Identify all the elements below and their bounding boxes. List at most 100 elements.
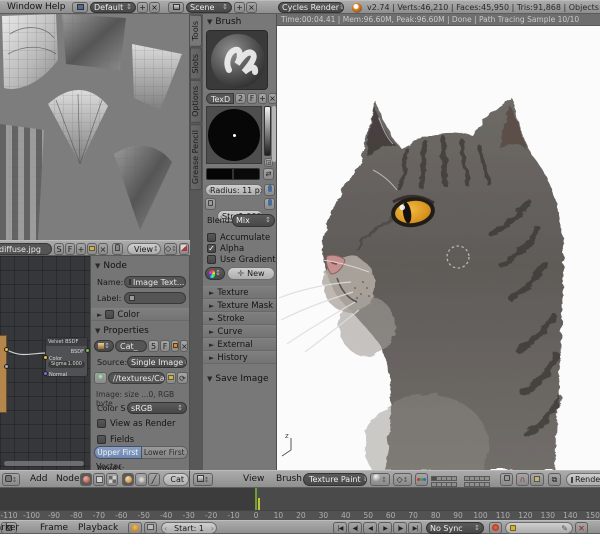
remove-keyframe-icon[interactable]: ✕ — [575, 522, 588, 534]
display-mode-selector[interactable]: View ↕ — [127, 243, 161, 255]
time-clock-icon[interactable] — [128, 522, 142, 534]
new-image-button[interactable]: + — [76, 243, 86, 255]
screen-layout-icon[interactable] — [72, 2, 88, 13]
primary-color-swatch[interactable] — [206, 168, 233, 180]
menu-add[interactable]: Add — [30, 473, 47, 486]
object-shader-icon[interactable] — [122, 473, 134, 486]
viewport-3d[interactable]: Time:00:04.41 | Mem:96.60M, Peak:96.60M … — [277, 14, 600, 470]
upper-first-button[interactable]: Upper First — [94, 446, 142, 459]
image-pin-toggle[interactable]: S — [54, 243, 64, 255]
view-as-render-checkbox[interactable]: View as Render — [97, 418, 175, 429]
checkbox-use-gradient[interactable]: Use Gradient — [207, 254, 276, 265]
compositing-nodes-icon[interactable] — [93, 473, 105, 486]
frame-start-field[interactable]: Start: 1 — [161, 522, 217, 534]
panel-header-texture[interactable]: Texture — [203, 286, 276, 299]
normal-input-socket[interactable] — [43, 371, 48, 376]
snap-target-icon[interactable] — [530, 473, 544, 486]
toolshelf-tab-slots[interactable]: Slots — [190, 47, 202, 80]
swap-colors-icon[interactable]: ⇄ — [263, 168, 274, 180]
checkbox-alpha[interactable]: Alpha — [207, 243, 276, 254]
velvet-bsdf-node[interactable]: Velvet BSDF BSDF Color Sigma 1.000 Normal — [43, 337, 90, 378]
panel-header-save-image[interactable]: Save Image — [207, 374, 268, 384]
radius-pressure-icon[interactable] — [264, 184, 275, 196]
panel-header-curve[interactable]: Curve — [203, 325, 276, 338]
texture-nodes-icon[interactable] — [106, 473, 118, 486]
toolshelf-scrollbar[interactable] — [272, 106, 276, 162]
filepath-field[interactable]: //textures/Ca... — [108, 372, 165, 384]
lower-first-button[interactable]: Lower First — [141, 446, 188, 459]
render-engine-selector[interactable]: Cycles Render↕ — [278, 2, 344, 13]
colorspace-dropdown[interactable]: sRGB ↕ — [127, 402, 187, 414]
menu-brush[interactable]: Brush — [276, 473, 302, 486]
layer-cell[interactable] — [484, 482, 490, 487]
fields-checkbox[interactable]: Fields — [97, 434, 134, 445]
menu-help[interactable]: Help — [45, 1, 66, 14]
image-name-field[interactable]: diffuse.jpg — [0, 243, 52, 255]
strength-pressure-icon[interactable] — [264, 198, 275, 210]
pivot-selector-icon[interactable]: ◇↕ — [164, 243, 177, 255]
render-layer-selector[interactable]: RenderLayer — [566, 473, 600, 486]
next-keyframe-button[interactable]: |▶ — [393, 522, 407, 534]
layout-selector[interactable]: Default ↕ — [90, 2, 136, 13]
jump-start-button[interactable]: |◀ — [333, 522, 347, 534]
image-browse-icon[interactable]: ↕ — [94, 340, 114, 352]
panel-header-external[interactable]: External — [203, 338, 276, 351]
strength-lock-icon[interactable] — [205, 198, 216, 210]
menu-node[interactable]: Node — [56, 473, 80, 486]
preview-range-icon[interactable] — [144, 522, 157, 534]
secondary-color-swatch[interactable] — [233, 168, 260, 180]
paint-mode-icon[interactable] — [179, 243, 189, 255]
checkbox-icon[interactable] — [207, 233, 216, 242]
menu-view[interactable]: View — [243, 473, 264, 486]
scene-lock-icon[interactable] — [500, 473, 513, 486]
line-style-shader-icon[interactable]: ╱ — [148, 473, 160, 486]
editor-type-selector[interactable]: ↕ — [193, 473, 213, 486]
horizontal-scrollbar[interactable] — [4, 461, 84, 466]
menu-window[interactable]: Window — [7, 1, 43, 14]
open-image-icon[interactable] — [87, 243, 97, 255]
snap-magnet-icon[interactable]: ∩ — [516, 473, 529, 486]
uv-image-editor-canvas[interactable] — [0, 14, 190, 240]
panel-header-properties[interactable]: Properties — [95, 326, 148, 336]
panel-header-texture-mask[interactable]: Texture Mask — [203, 299, 276, 312]
checkbox-accumulate[interactable]: Accumulate — [207, 232, 276, 243]
delete-scene-button[interactable]: × — [246, 2, 257, 13]
brush-radius-slider[interactable]: Radius: 11 px — [205, 184, 263, 196]
delete-layout-button[interactable]: × — [149, 2, 160, 13]
unlink-image-button[interactable]: × — [98, 243, 108, 255]
checkbox-icon[interactable] — [207, 244, 216, 253]
fake-user-button[interactable]: F — [65, 243, 75, 255]
editor-type-selector[interactable]: ↕ — [2, 473, 20, 486]
node-editor-canvas[interactable]: Velvet BSDF BSDF Color Sigma 1.000 Normal — [0, 256, 90, 470]
toolshelf-tab-options[interactable]: Options — [190, 80, 202, 124]
scene-icon[interactable] — [168, 2, 184, 13]
panel-header-color[interactable]: Color — [91, 308, 189, 321]
sync-mode-dropdown[interactable]: No Sync ↕ — [426, 522, 484, 534]
pivot-point-selector[interactable]: ◇↕ — [393, 473, 412, 486]
output-socket[interactable] — [4, 364, 9, 369]
unlink-button[interactable]: × — [180, 340, 188, 352]
brush-users-count[interactable]: 2 — [235, 93, 246, 104]
new-palette-button[interactable]: ✛ New — [227, 267, 275, 280]
toolshelf-tab-tools[interactable]: Tools — [190, 15, 202, 47]
timeline-canvas[interactable] — [0, 488, 600, 510]
add-layout-button[interactable]: + — [137, 2, 148, 13]
current-frame-line[interactable] — [255, 488, 257, 510]
blend-mode-dropdown[interactable]: Mix ↕ — [232, 214, 275, 227]
play-reverse-button[interactable]: ◀ — [363, 522, 377, 534]
panel-header-history[interactable]: History — [203, 351, 276, 364]
toolshelf-tab-grease-pencil[interactable]: Grease Pencil — [190, 124, 202, 191]
output-socket[interactable] — [4, 347, 9, 352]
add-scene-button[interactable]: + — [234, 2, 245, 13]
menu-frame[interactable]: Frame — [40, 522, 68, 534]
image-datablock-name[interactable]: Cat_ — [115, 340, 147, 352]
viewport-shading-selector[interactable]: ↕ — [370, 473, 390, 486]
node-label-field[interactable] — [124, 292, 186, 304]
panel-header-node[interactable]: Node — [95, 261, 127, 271]
menu-marker[interactable]: Marker — [0, 522, 19, 534]
prev-keyframe-button[interactable]: ◀| — [348, 522, 362, 534]
record-button[interactable] — [489, 522, 502, 534]
world-shader-icon[interactable] — [135, 473, 147, 486]
unlink-brush-button[interactable]: × — [268, 93, 276, 104]
reload-icon[interactable]: ⟳ — [177, 372, 188, 384]
